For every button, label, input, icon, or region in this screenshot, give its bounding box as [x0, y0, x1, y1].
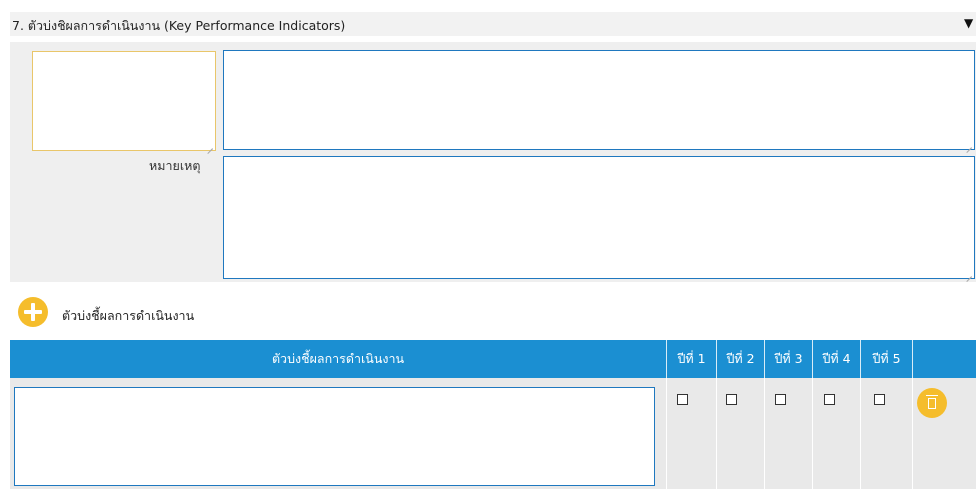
add-kpi-label[interactable]: ตัวบ่งชี้ผลการดำเนินงาน	[62, 306, 194, 326]
column-divider	[716, 378, 717, 489]
column-divider	[812, 378, 813, 489]
add-kpi-row: ตัวบ่งชี้ผลการดำเนินงาน	[10, 286, 976, 336]
kpi-row-textarea[interactable]	[14, 387, 655, 486]
column-header-actions	[912, 340, 976, 378]
resize-handle-icon[interactable]	[207, 143, 213, 149]
remark-textarea[interactable]	[223, 156, 975, 279]
column-divider	[764, 378, 765, 489]
kpi-table-header: ตัวบ่งชี้ผลการดำเนินงาน ปีที่ 1 ปีที่ 2 …	[10, 340, 976, 378]
year-1-checkbox[interactable]	[677, 394, 688, 405]
column-header-year-3: ปีที่ 3	[764, 340, 812, 378]
column-header-year-1: ปีที่ 1	[666, 340, 716, 378]
column-header-year-4: ปีที่ 4	[812, 340, 860, 378]
column-header-year-5: ปีที่ 5	[860, 340, 912, 378]
table-row	[10, 378, 976, 489]
year-4-checkbox[interactable]	[824, 394, 835, 405]
resize-handle-icon[interactable]	[966, 271, 972, 277]
kpi-section-header[interactable]: 7. ตัวบ่งชิผลการดำเนินงาน (Key Performan…	[10, 12, 976, 36]
column-divider	[860, 378, 861, 489]
year-5-checkbox[interactable]	[874, 394, 885, 405]
add-kpi-button[interactable]	[18, 297, 48, 327]
delete-row-button[interactable]	[917, 388, 947, 418]
section-title: 7. ตัวบ่งชิผลการดำเนินงาน (Key Performan…	[12, 18, 346, 33]
kpi-code-textarea[interactable]	[32, 51, 216, 151]
resize-handle-icon[interactable]	[966, 142, 972, 148]
column-header-year-2: ปีที่ 2	[716, 340, 764, 378]
kpi-form-panel: หมายเหตุ	[10, 42, 976, 282]
kpi-description-textarea[interactable]	[223, 50, 975, 150]
column-divider	[666, 378, 667, 489]
column-header-kpi: ตัวบ่งชี้ผลการดำเนินงาน	[271, 351, 405, 366]
year-2-checkbox[interactable]	[726, 394, 737, 405]
collapse-arrow-icon[interactable]: ▼	[964, 16, 973, 30]
year-3-checkbox[interactable]	[775, 394, 786, 405]
column-divider	[912, 378, 913, 489]
trash-icon	[926, 395, 938, 410]
remark-label: หมายเหตุ	[149, 158, 201, 173]
